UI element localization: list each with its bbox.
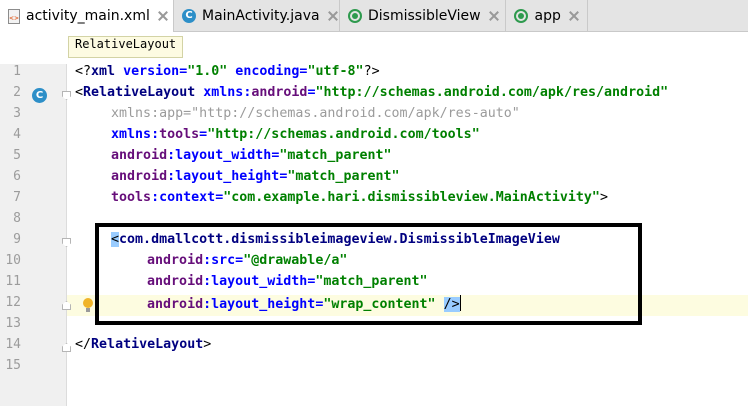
tab-dismissibleview[interactable]: DismissibleView (340, 0, 506, 31)
code-text[interactable]: </RelativeLayout> (75, 337, 211, 352)
line-number: 8 (13, 211, 21, 226)
namespace-name: android (111, 169, 168, 184)
fold-icon[interactable] (62, 238, 71, 247)
editor-tab-bar: activity_main.xml C MainActivity.java Di… (0, 0, 748, 32)
close-icon[interactable] (569, 11, 578, 21)
pi-name: xml (91, 64, 116, 79)
attr-value: "match_parent" (287, 169, 400, 184)
pi-open: <? (75, 64, 92, 79)
code-text[interactable]: xmlns:app="http://schemas.android.com/ap… (111, 106, 520, 121)
code-line-1[interactable]: 1 <?xml version="1.0" encoding="utf-8"?> (0, 64, 748, 85)
line-number: 14 (5, 337, 21, 352)
line-number: 13 (5, 316, 21, 331)
namespace-name: tools (111, 190, 152, 205)
line-number: 15 (5, 358, 21, 373)
line-number: 9 (13, 232, 21, 247)
line-number: 12 (5, 295, 21, 310)
close-icon[interactable] (489, 11, 496, 21)
equals-sign: = (199, 127, 208, 142)
attr-value: "com.example.hari.dismissibleview.MainAc… (223, 190, 600, 205)
tag-close-bracket: > (203, 337, 212, 352)
attr-value: "http://schemas.android.com/tools" (207, 127, 480, 142)
attr-version: version= (115, 64, 188, 79)
android-module-icon (514, 8, 529, 24)
attr-value: "http://schemas.android.com/apk/res/andr… (315, 85, 669, 100)
attr-name: xmlns:app= (111, 106, 192, 121)
value-version: "1.0" (187, 64, 228, 79)
line-number: 4 (13, 127, 21, 142)
annotation-box (95, 223, 642, 325)
namespace-name: android (251, 85, 308, 100)
tab-activity-main-xml[interactable]: activity_main.xml (0, 0, 174, 32)
code-line-4[interactable]: 4 xmlns:tools="http://schemas.android.co… (0, 127, 748, 148)
pi-close: ?> (363, 64, 380, 79)
tab-label: MainActivity.java (202, 7, 320, 24)
tab-label: app (534, 7, 561, 24)
line-number: 7 (13, 190, 21, 205)
attr-value: "match_parent" (279, 148, 392, 163)
code-line-14[interactable]: 14 </RelativeLayout> (0, 337, 748, 358)
line-number: 2 (13, 85, 21, 100)
close-icon[interactable] (328, 11, 330, 21)
close-icon[interactable] (158, 11, 164, 21)
code-text[interactable]: tools:context="com.example.hari.dismissi… (111, 190, 608, 205)
line-number: 5 (13, 148, 21, 163)
fold-icon[interactable] (62, 91, 71, 100)
code-line-6[interactable]: 6 android:layout_height="match_parent" (0, 169, 748, 190)
line-number: 10 (5, 253, 21, 268)
attr-xmlns: xmlns: (195, 85, 252, 100)
code-line-15[interactable]: 15 (0, 358, 748, 379)
class-gutter-icon[interactable]: C (32, 88, 47, 103)
breadcrumb-bar: RelativeLayout (0, 32, 748, 64)
code-text[interactable]: android:layout_height="match_parent" (111, 169, 400, 184)
attr-encoding: encoding= (227, 64, 308, 79)
code-line-7[interactable]: 7 tools:context="com.example.hari.dismis… (0, 190, 748, 211)
xml-file-icon (8, 8, 20, 24)
lightbulb-icon[interactable] (82, 298, 94, 313)
tab-label: DismissibleView (368, 7, 481, 24)
tab-app[interactable]: app (506, 0, 588, 31)
line-number: 1 (13, 64, 21, 79)
code-text[interactable]: <RelativeLayout xmlns:android="http://sc… (75, 85, 668, 100)
tag-name: RelativeLayout (91, 337, 204, 352)
code-text[interactable]: <?xml version="1.0" encoding="utf-8"?> (75, 64, 380, 79)
tag-open-bracket: </ (75, 337, 92, 352)
attr-name: :layout_width (167, 148, 272, 163)
attr-name: :layout_height (167, 169, 280, 184)
tab-label: activity_main.xml (26, 8, 150, 24)
tag-close-bracket: > (599, 190, 608, 205)
code-line-5[interactable]: 5 android:layout_width="match_parent" (0, 148, 748, 169)
line-number: 6 (13, 169, 21, 184)
attr-xmlns: xmlns: (111, 127, 160, 142)
breadcrumb[interactable]: RelativeLayout (68, 36, 184, 58)
code-line-2[interactable]: 2 C <RelativeLayout xmlns:android="http:… (0, 85, 748, 106)
line-number: 3 (13, 106, 21, 121)
value-encoding: "utf-8" (307, 64, 364, 79)
fold-icon[interactable] (62, 343, 71, 352)
class-icon: C (182, 8, 196, 24)
code-text[interactable]: xmlns:tools="http://schemas.android.com/… (111, 127, 480, 142)
namespace-name: android (111, 148, 168, 163)
attr-value: "http://schemas.android.com/apk/res-auto… (191, 106, 520, 121)
code-line-3[interactable]: 3 xmlns:app="http://schemas.android.com/… (0, 106, 748, 127)
tag-open-bracket: < (75, 85, 84, 100)
namespace-name: tools (159, 127, 200, 142)
line-number: 11 (5, 274, 21, 289)
code-text[interactable]: android:layout_width="match_parent" (111, 148, 392, 163)
android-module-icon (348, 8, 362, 24)
tag-name: RelativeLayout (83, 85, 196, 100)
tab-mainactivity-java[interactable]: C MainActivity.java (174, 0, 340, 31)
attr-name: :context (151, 190, 216, 205)
